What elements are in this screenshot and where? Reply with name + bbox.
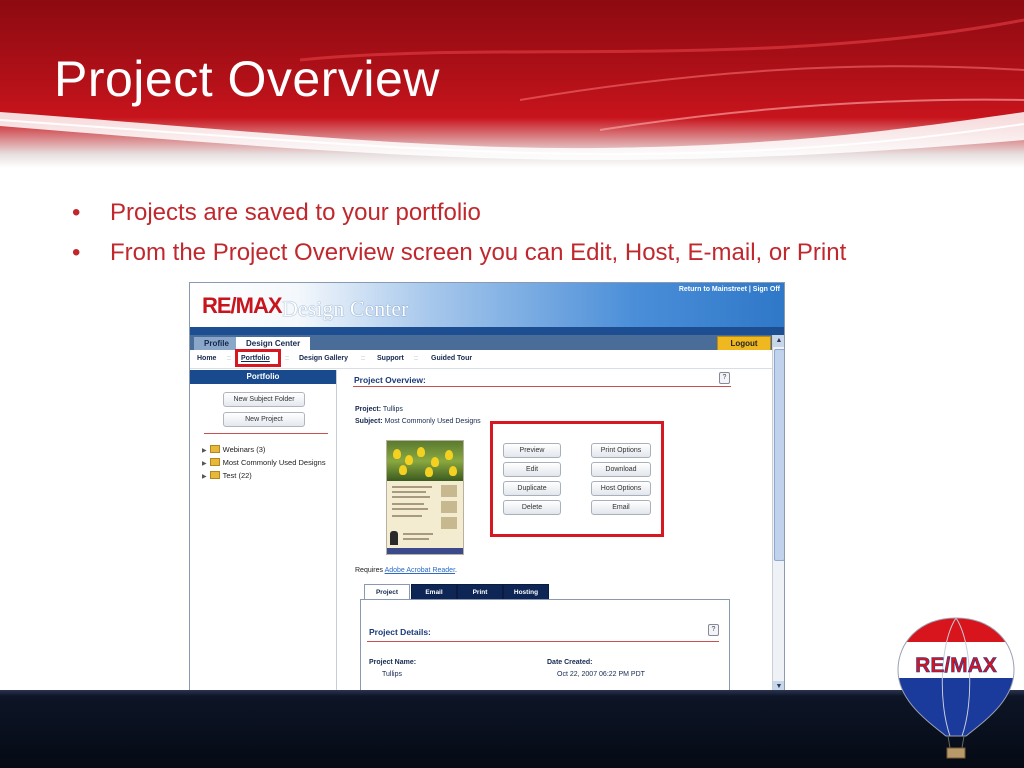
tree-item-webinars[interactable]: ▶ Webinars (3) xyxy=(202,445,336,454)
project-value: Tullips xyxy=(382,406,403,413)
nav-separator: :: xyxy=(285,355,289,362)
project-label: Project: xyxy=(355,406,382,413)
host-options-button[interactable]: Host Options xyxy=(591,481,651,496)
project-name-label: Project Name: xyxy=(369,659,417,666)
slide-footer-bar xyxy=(0,690,1024,768)
download-button[interactable]: Download xyxy=(591,462,651,477)
adobe-reader-link[interactable]: Adobe Acrobat Reader xyxy=(385,567,455,574)
bullet-item: • From the Project Overview screen you ca… xyxy=(72,238,940,268)
requires-text: Requires xyxy=(355,567,384,574)
project-details-panel: Project Details: ? Project Name: Tullips… xyxy=(360,599,730,693)
vertical-scrollbar[interactable]: ▲ ▼ xyxy=(772,335,784,693)
project-row: Project: Tullips xyxy=(355,406,403,413)
project-thumbnail[interactable] xyxy=(386,440,464,555)
tree-arrow-icon[interactable]: ▶ xyxy=(202,474,207,480)
svg-text:RE/MAX: RE/MAX xyxy=(915,654,997,677)
app-banner: RE/MAX Design Center Return to Mainstree… xyxy=(190,283,784,327)
duplicate-button[interactable]: Duplicate xyxy=(503,481,561,496)
tab-print[interactable]: Print xyxy=(457,584,503,600)
bullet-text: Projects are saved to your portfolio xyxy=(110,199,481,226)
portfolio-highlight-box xyxy=(235,349,281,367)
slide-title: Project Overview xyxy=(54,51,440,107)
portfolio-sidebar: Portfolio New Subject Folder New Project… xyxy=(190,370,337,693)
folder-icon xyxy=(209,458,220,466)
tree-item-label: Test (22) xyxy=(222,471,252,480)
thumbnail-agent-photo xyxy=(390,531,398,545)
remax-logo: RE/MAX xyxy=(202,293,283,318)
subject-value: Most Commonly Used Designs xyxy=(384,418,481,425)
new-subject-folder-button[interactable]: New Subject Folder xyxy=(223,392,305,407)
new-project-button[interactable]: New Project xyxy=(223,412,305,427)
actions-highlight-box xyxy=(490,421,664,537)
remax-balloon-icon: RE/MAX xyxy=(897,617,1015,759)
nav-guided-tour[interactable]: Guided Tour xyxy=(431,355,472,362)
scroll-up-icon[interactable]: ▲ xyxy=(773,335,784,347)
requires-note: Requires Adobe Acrobat Reader. xyxy=(355,567,457,574)
nav-support[interactable]: Support xyxy=(377,355,404,362)
thumbnail-footer xyxy=(387,548,463,554)
project-overview-title: Project Overview: xyxy=(354,375,426,385)
date-created-label: Date Created: xyxy=(547,659,593,666)
subject-label: Subject: xyxy=(355,418,383,425)
requires-end: . xyxy=(455,567,457,574)
details-rule xyxy=(367,641,719,642)
bullet-dot: • xyxy=(72,239,81,266)
bullet-text: From the Project Overview screen you can… xyxy=(110,239,847,266)
help-icon[interactable]: ? xyxy=(708,624,719,636)
thumbnail-tulip-photo xyxy=(387,441,463,481)
subject-row: Subject: Most Commonly Used Designs xyxy=(355,418,481,425)
scroll-thumb[interactable] xyxy=(774,349,784,561)
design-center-screenshot: RE/MAX Design Center Return to Mainstree… xyxy=(189,282,785,694)
date-created-value: Oct 22, 2007 06:22 PM PDT xyxy=(557,671,645,678)
project-name-value: Tullips xyxy=(382,671,402,678)
tree-item-test[interactable]: ▶ Test (22) xyxy=(202,471,336,480)
slide-header: Project Overview xyxy=(0,0,1024,168)
nav-home[interactable]: Home xyxy=(197,355,216,362)
tree-arrow-icon[interactable]: ▶ xyxy=(202,461,207,467)
delete-button[interactable]: Delete xyxy=(503,500,561,515)
print-options-button[interactable]: Print Options xyxy=(591,443,651,458)
title-rule xyxy=(353,386,731,387)
folder-icon xyxy=(209,471,220,479)
nav-separator: :: xyxy=(414,355,418,362)
preview-button[interactable]: Preview xyxy=(503,443,561,458)
folder-icon xyxy=(209,445,220,453)
banner-band xyxy=(190,327,784,335)
sidebar-divider xyxy=(204,433,328,434)
project-details-title: Project Details: xyxy=(369,627,431,637)
design-center-logo: Design Center xyxy=(282,296,409,321)
tree-item-label: Most Commonly Used Designs xyxy=(222,458,326,467)
email-button[interactable]: Email xyxy=(591,500,651,515)
bullet-item: • Projects are saved to your portfolio xyxy=(72,198,940,228)
main-tab-bar: Profile Design Center xyxy=(190,335,784,350)
bullet-dot: • xyxy=(72,199,81,226)
sidebar-title: Portfolio xyxy=(190,370,336,384)
nav-design-gallery[interactable]: Design Gallery xyxy=(299,355,348,362)
tree-item-most-commonly-used[interactable]: ▶ Most Commonly Used Designs xyxy=(202,458,336,467)
tab-email[interactable]: Email xyxy=(411,584,457,600)
nav-separator: :: xyxy=(361,355,365,362)
tree-arrow-icon[interactable]: ▶ xyxy=(202,448,207,454)
help-icon[interactable]: ? xyxy=(719,372,730,384)
nav-separator: :: xyxy=(227,355,231,362)
edit-button[interactable]: Edit xyxy=(503,462,561,477)
tab-profile[interactable]: Profile xyxy=(194,337,239,350)
tree-item-label: Webinars (3) xyxy=(222,445,266,454)
tab-hosting[interactable]: Hosting xyxy=(503,584,549,600)
top-links[interactable]: Return to Mainstreet | Sign Off xyxy=(679,286,780,293)
